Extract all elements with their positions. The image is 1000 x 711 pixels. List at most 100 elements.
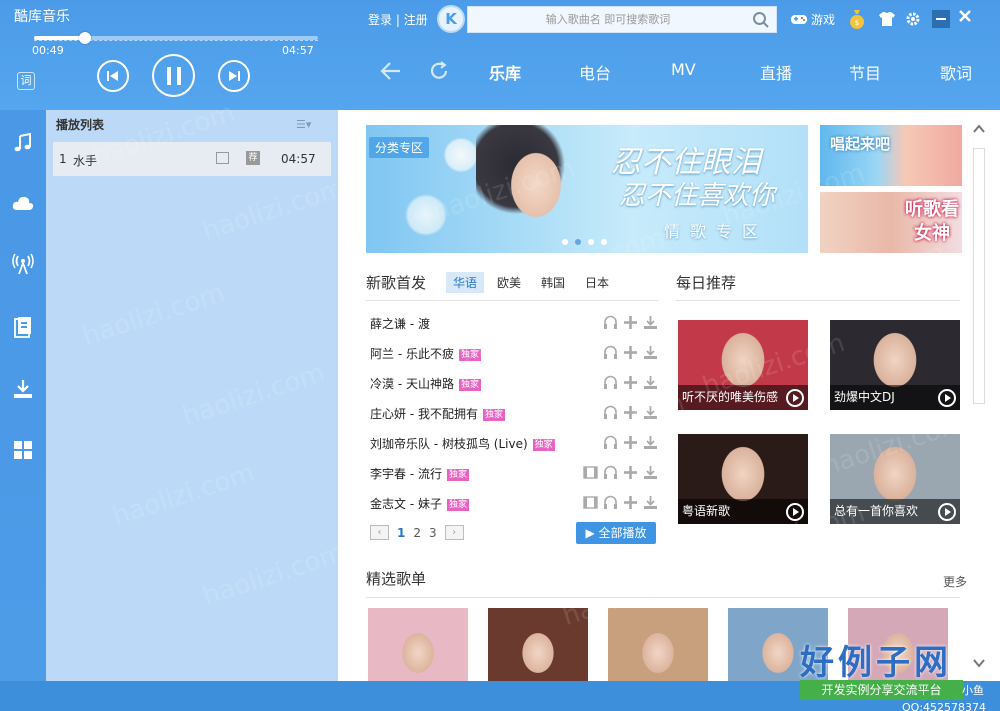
page-number[interactable]: 1 [397,526,405,540]
headphones-icon[interactable] [603,375,618,390]
page-number[interactable]: 3 [429,526,437,540]
add-icon[interactable] [623,435,638,450]
mv-icon[interactable] [583,495,598,510]
scroll-down-icon[interactable] [973,658,985,668]
headphones-icon[interactable] [603,435,618,450]
banner-category-tag[interactable]: 分类专区 [369,137,430,158]
play-circle-icon[interactable] [938,503,956,521]
headphones-icon[interactable] [603,315,618,330]
playlist-menu-icon[interactable]: ☰▾ [296,118,311,131]
daily-card[interactable]: 听不厌的唯美伤感 [678,320,808,410]
song-title[interactable]: 刘珈帝乐队 - 树枝孤鸟 (Live) 独家 [370,435,555,452]
playlist-item[interactable]: 1 水手 荐 04:57 [53,142,331,176]
progress-knob[interactable] [79,32,92,44]
banner-dot[interactable] [588,239,594,245]
lang-tab-2[interactable]: 韩国 [534,272,572,293]
headphones-icon[interactable] [603,345,618,360]
song-row[interactable]: 金志文 - 妹子 独家 [366,488,658,518]
featured-playlist-thumb[interactable] [608,608,708,681]
prev-page-button[interactable]: ‹ [370,525,389,540]
lang-tab-3[interactable]: 日本 [578,272,616,293]
featured-playlist-thumb[interactable] [368,608,468,681]
search-icon[interactable] [752,11,770,29]
download-icon[interactable] [643,465,658,480]
banner-dot[interactable] [601,239,607,245]
add-icon[interactable] [623,375,638,390]
headphones-icon[interactable] [603,465,618,480]
song-title[interactable]: 庄心妍 - 我不配拥有 独家 [370,405,505,422]
vertical-scrollbar[interactable] [971,118,987,673]
download-icon[interactable] [643,495,658,510]
close-button[interactable] [958,8,972,28]
gear-icon[interactable] [905,11,921,27]
play-circle-icon[interactable] [786,503,804,521]
daily-card[interactable]: 劲爆中文DJ [830,320,960,410]
lyric-toggle-icon[interactable]: 词 [17,72,35,90]
song-row[interactable]: 庄心妍 - 我不配拥有 独家 [366,398,658,428]
daily-card[interactable]: 粤语新歌 [678,434,808,524]
lang-tab-0[interactable]: 华语 [446,272,485,293]
play-circle-icon[interactable] [938,389,956,407]
download-icon[interactable] [643,315,658,330]
scroll-thumb[interactable] [973,148,985,404]
side-ad-goddess[interactable]: 听歌看女神 [820,192,962,253]
mv-icon[interactable] [216,152,229,164]
login-link[interactable]: 登录 [368,13,392,27]
tab-4[interactable]: 节目 [849,60,881,84]
next-page-button[interactable]: › [444,525,464,540]
song-title[interactable]: 金志文 - 妹子 独家 [370,495,469,512]
search-input[interactable] [468,7,748,32]
add-icon[interactable] [623,345,638,360]
song-row[interactable]: 薛之谦 - 渡 [366,308,658,338]
next-button[interactable] [218,60,250,92]
play-all-button[interactable]: ▶ 全部播放 [576,522,656,544]
back-arrow-icon[interactable] [380,60,402,82]
sidebar-item-download[interactable] [12,378,34,400]
side-ad-sing[interactable]: 唱起来吧 [820,125,962,186]
daily-card[interactable]: 总有一首你喜欢 [830,434,960,524]
song-title[interactable]: 冷漠 - 天山神路 独家 [370,375,481,392]
banner-dot[interactable] [575,239,581,245]
lang-tab-1[interactable]: 欧美 [490,272,528,293]
tab-0[interactable]: 乐库 [489,60,521,84]
money-bag-icon[interactable]: $ [848,8,866,30]
previous-button[interactable] [97,60,129,92]
add-icon[interactable] [623,315,638,330]
refresh-icon[interactable] [428,60,450,82]
download-icon[interactable] [643,405,658,420]
register-link[interactable]: 注册 [404,13,428,27]
song-row[interactable]: 刘珈帝乐队 - 树枝孤鸟 (Live) 独家 [366,428,658,458]
headphones-icon[interactable] [603,405,618,420]
sidebar-item-cloud[interactable] [12,192,34,214]
add-icon[interactable] [623,495,638,510]
progress-bar[interactable] [34,32,318,44]
tab-5[interactable]: 歌词 [940,60,972,84]
skin-shirt-icon[interactable] [878,11,896,27]
tab-2[interactable]: MV [671,60,696,79]
more-link[interactable]: 更多 [943,573,967,590]
tab-3[interactable]: 直播 [760,60,792,84]
page-number[interactable]: 2 [413,526,421,540]
minimize-button[interactable] [932,10,950,28]
sidebar-item-radio[interactable] [12,253,34,275]
scroll-up-icon[interactable] [973,124,985,134]
add-icon[interactable] [623,405,638,420]
download-icon[interactable] [643,345,658,360]
pause-button[interactable] [152,54,195,97]
song-row[interactable]: 冷漠 - 天山神路 独家 [366,368,658,398]
game-link[interactable]: 游戏 [790,11,835,28]
download-icon[interactable] [643,435,658,450]
song-title[interactable]: 阿兰 - 乐此不疲 独家 [370,345,481,362]
song-row[interactable]: 李宇春 - 流行 独家 [366,458,658,488]
tab-1[interactable]: 电台 [579,60,611,84]
sidebar-item-library[interactable] [12,316,34,338]
app-logo[interactable]: K [437,5,465,33]
play-circle-icon[interactable] [786,389,804,407]
headphones-icon[interactable] [603,495,618,510]
song-title[interactable]: 薛之谦 - 渡 [370,315,430,332]
banner-dot[interactable] [562,239,568,245]
song-title[interactable]: 李宇春 - 流行 独家 [370,465,469,482]
add-icon[interactable] [623,465,638,480]
download-icon[interactable] [643,375,658,390]
sidebar-item-music[interactable] [12,132,34,154]
